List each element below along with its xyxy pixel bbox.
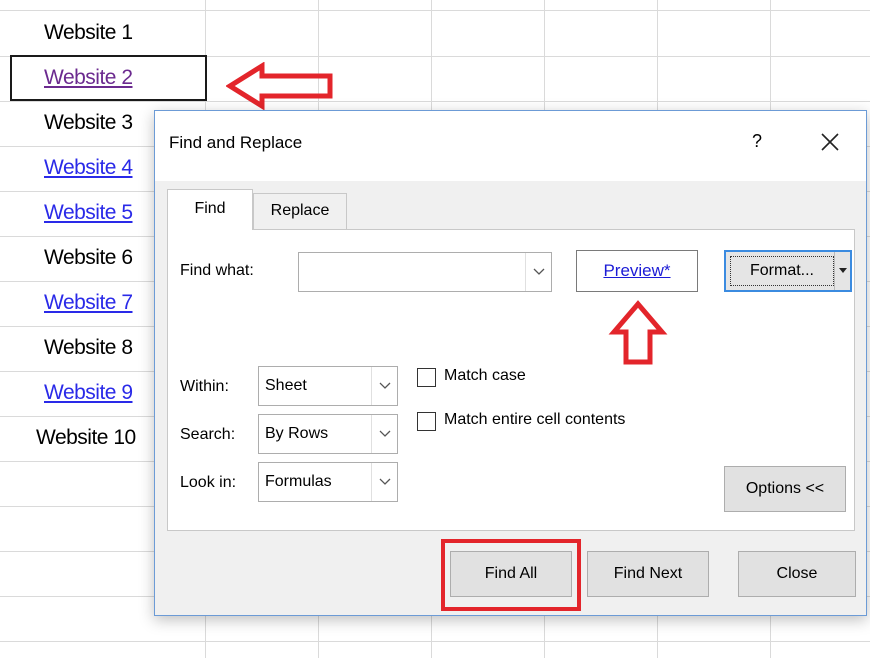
active-cell-border (10, 55, 207, 101)
match-entire-label: Match entire cell contents (444, 411, 626, 428)
chevron-down-icon[interactable] (371, 463, 397, 501)
look-in-select[interactable]: Formulas (258, 462, 398, 502)
cell-website-4[interactable]: Website 4 (44, 153, 133, 183)
dialog-titlebar: Find and Replace ? (155, 111, 866, 181)
chevron-down-icon[interactable] (371, 415, 397, 453)
cell-website-1[interactable]: Website 1 (44, 18, 133, 48)
find-what-input[interactable] (298, 252, 552, 292)
find-replace-dialog: Find and Replace ? Find Replace Find wha… (154, 110, 867, 616)
left-arrow-annotation-icon (226, 62, 333, 110)
close-icon[interactable] (815, 127, 845, 157)
options-button[interactable]: Options << (724, 466, 846, 512)
cell-website-3[interactable]: Website 3 (44, 108, 133, 138)
cell-website-6[interactable]: Website 6 (44, 243, 133, 273)
find-tab-panel: Find what: Preview* Format... Within: Sh… (167, 229, 855, 531)
dialog-title: Find and Replace (169, 133, 303, 152)
find-next-button[interactable]: Find Next (587, 551, 709, 597)
look-in-value: Formulas (265, 473, 332, 490)
tab-replace[interactable]: Replace (253, 193, 347, 229)
cell-website-10[interactable]: Website 10 (36, 423, 136, 453)
close-button[interactable]: Close (738, 551, 856, 597)
format-button-label: Format... (730, 256, 834, 286)
within-select[interactable]: Sheet (258, 366, 398, 406)
match-case-checkbox[interactable] (417, 368, 436, 387)
search-value: By Rows (265, 425, 329, 442)
tab-find[interactable]: Find (167, 189, 253, 230)
find-what-label: Find what: (180, 262, 254, 279)
cell-website-5[interactable]: Website 5 (44, 198, 133, 228)
dropdown-arrow-icon[interactable] (834, 252, 850, 290)
help-button[interactable]: ? (745, 131, 769, 152)
match-case-label: Match case (444, 367, 526, 384)
within-label: Within: (180, 378, 229, 395)
chevron-down-icon[interactable] (525, 253, 551, 291)
gridline (0, 101, 870, 102)
gridline (0, 641, 870, 642)
gridline (0, 10, 870, 11)
search-select[interactable]: By Rows (258, 414, 398, 454)
up-arrow-annotation-icon (608, 300, 668, 365)
cell-website-8[interactable]: Website 8 (44, 333, 133, 363)
format-preview: Preview* (576, 250, 698, 292)
within-value: Sheet (265, 377, 307, 394)
search-label: Search: (180, 426, 236, 443)
chevron-down-icon[interactable] (371, 367, 397, 405)
match-entire-checkbox[interactable] (417, 412, 436, 431)
cell-website-7[interactable]: Website 7 (44, 288, 133, 318)
look-in-label: Look in: (180, 474, 237, 491)
cell-website-9[interactable]: Website 9 (44, 378, 133, 408)
format-button[interactable]: Format... (724, 250, 852, 292)
find-all-highlight-annotation (441, 539, 581, 611)
